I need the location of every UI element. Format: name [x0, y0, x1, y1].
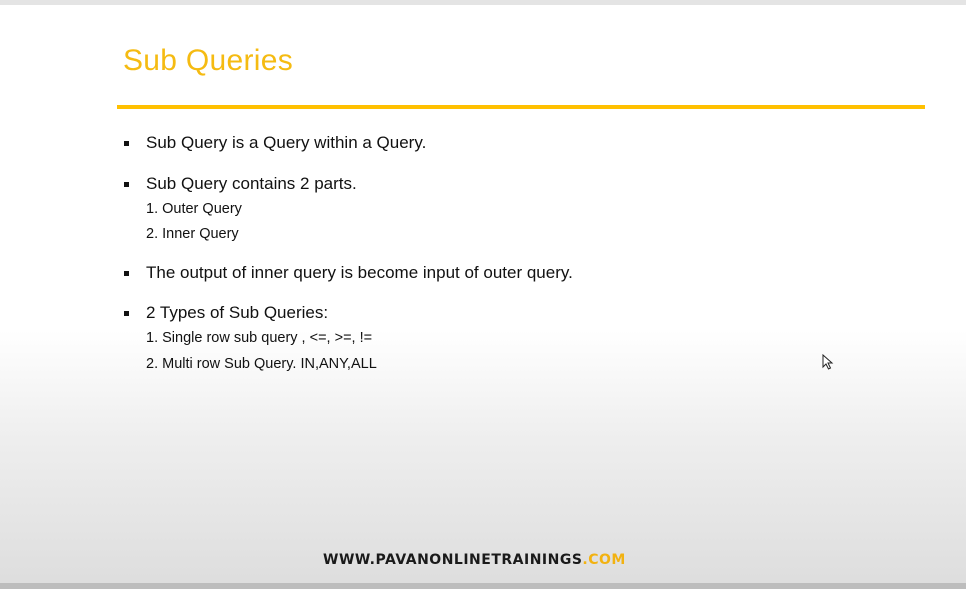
bullet-icon	[124, 311, 129, 316]
bottom-bar	[0, 583, 966, 589]
bullet-icon	[124, 271, 129, 276]
sub-item: 1. Outer Query	[146, 201, 242, 217]
sub-item: 1. Single row sub query , <=, >=, !=	[146, 330, 373, 346]
footer-tld: .COM	[582, 552, 626, 568]
slide-title: Sub Queries	[123, 44, 294, 77]
footer-watermark: WWW.PAVANONLINETRAININGS.COM	[323, 552, 626, 568]
top-bar	[0, 0, 966, 5]
mouse-pointer-icon	[822, 354, 834, 370]
title-underline	[117, 105, 925, 109]
bullet-icon	[124, 141, 129, 146]
bullet-text: 2 Types of Sub Queries:	[146, 303, 329, 322]
sub-item: 2. Multi row Sub Query. IN,ANY,ALL	[146, 356, 377, 372]
bullet-text: Sub Query contains 2 parts.	[146, 174, 357, 193]
bullet-icon	[124, 182, 129, 187]
sub-item: 2. Inner Query	[146, 226, 239, 242]
bullet-text: Sub Query is a Query within a Query.	[146, 133, 427, 152]
bullet-text: The output of inner query is become inpu…	[146, 263, 573, 282]
footer-domain: WWW.PAVANONLINETRAININGS	[323, 552, 583, 568]
